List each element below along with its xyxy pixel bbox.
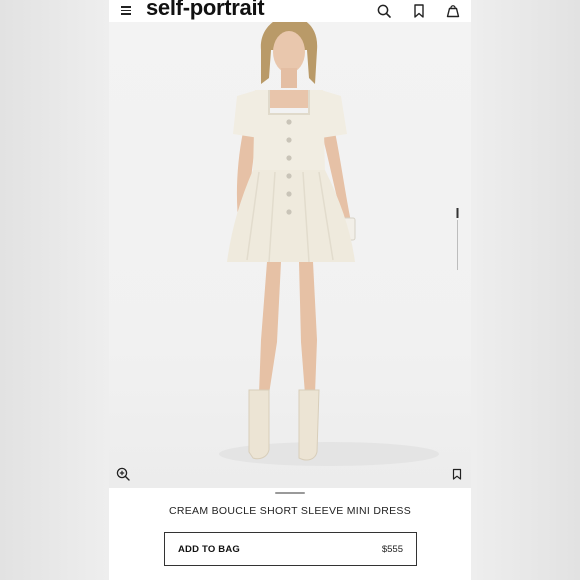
brand-logo[interactable]: self-portrait	[146, 0, 265, 21]
add-to-bag-button[interactable]: ADD TO BAG $555	[164, 532, 417, 566]
hamburger-menu-icon[interactable]	[121, 4, 133, 16]
product-price: $555	[381, 544, 403, 555]
right-backdrop	[471, 0, 580, 580]
product-image-gallery[interactable]	[109, 22, 471, 488]
zoom-in-icon[interactable]	[116, 467, 130, 481]
bookmark-icon[interactable]	[411, 3, 427, 19]
product-title: CREAM BOUCLE SHORT SLEEVE MINI DRESS	[168, 505, 412, 517]
search-icon[interactable]	[376, 3, 392, 19]
site-header: self-portrait	[109, 0, 471, 22]
shopping-bag-icon[interactable]	[445, 3, 461, 19]
gallery-scroll-indicator[interactable]	[456, 208, 459, 270]
mobile-viewport: self-portrait CREAM BOUCLE SHORT SLEEVE …	[109, 0, 471, 580]
save-bookmark-icon[interactable]	[451, 468, 463, 480]
left-backdrop	[0, 0, 109, 580]
add-to-bag-label: ADD TO BAG	[178, 544, 240, 555]
product-info-panel: CREAM BOUCLE SHORT SLEEVE MINI DRESS ADD…	[109, 488, 471, 580]
product-photo	[219, 22, 439, 466]
drag-handle[interactable]	[275, 492, 305, 494]
